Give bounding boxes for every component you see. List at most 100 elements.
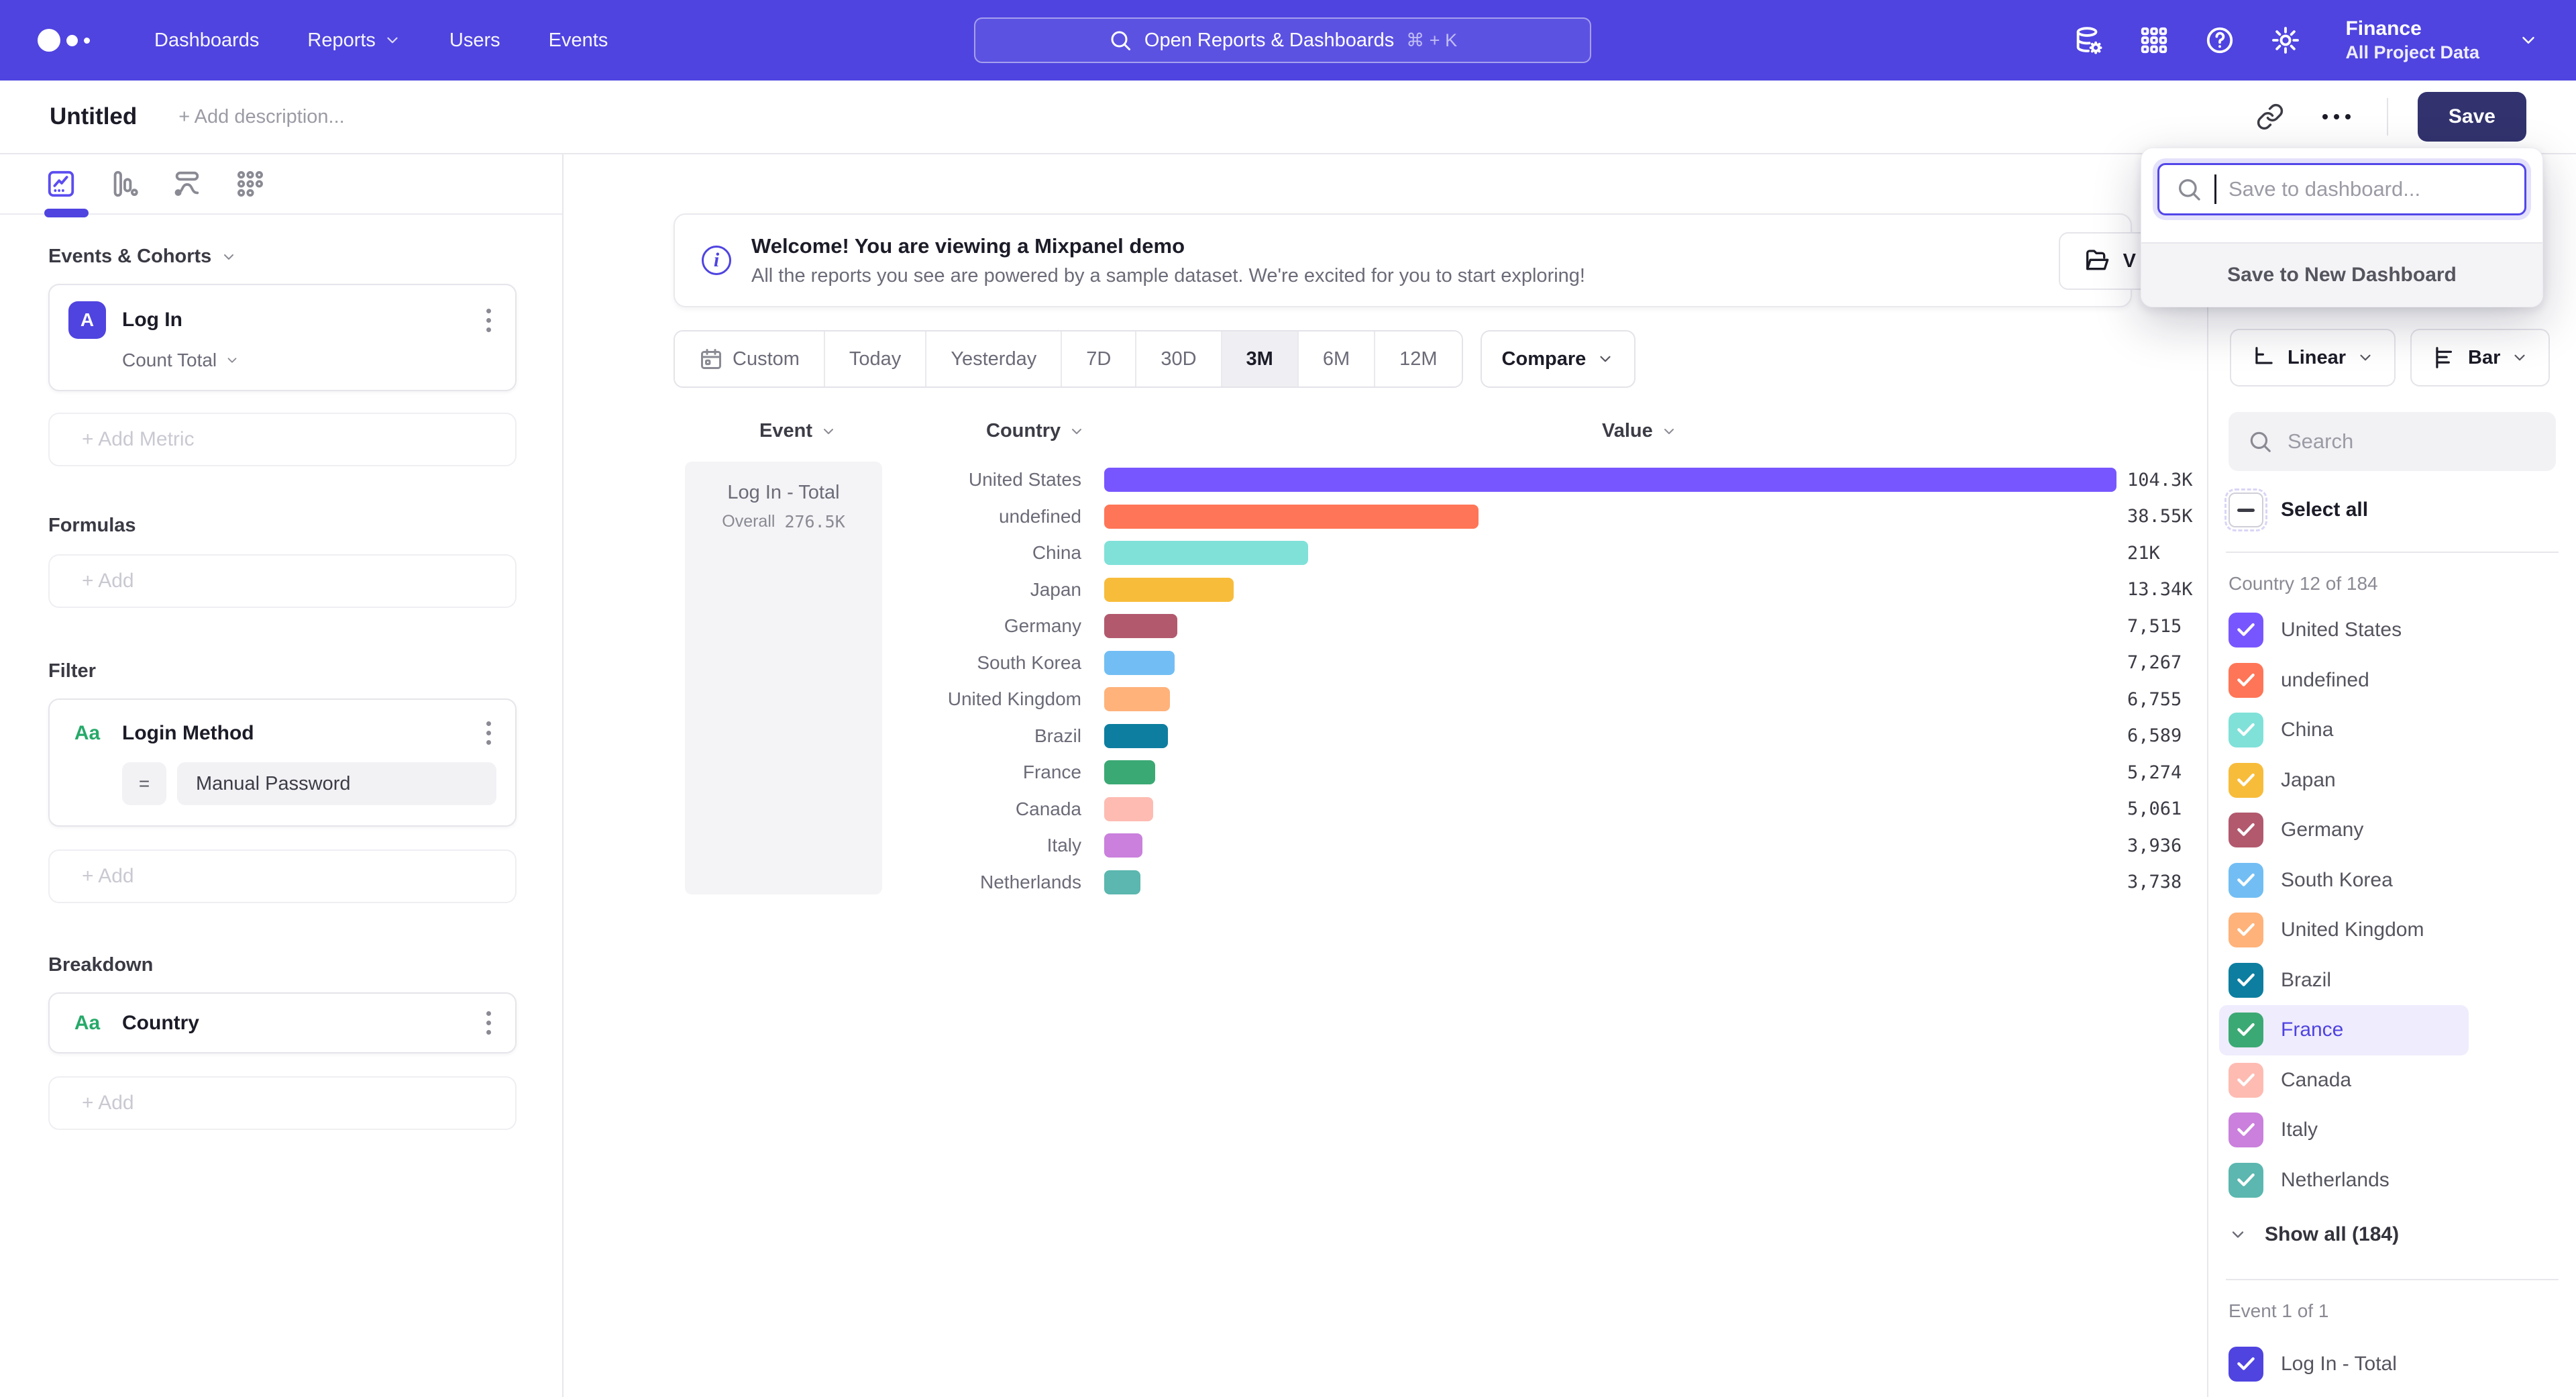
chart-type-selector[interactable]: Bar xyxy=(2410,329,2550,386)
column-event[interactable]: Event xyxy=(759,420,837,442)
aggregation-selector[interactable]: Count Total xyxy=(122,350,496,371)
divider xyxy=(2387,98,2388,136)
country-filter-row[interactable]: Canada xyxy=(2229,1055,2470,1106)
tab-flows[interactable] xyxy=(170,167,204,201)
bar[interactable] xyxy=(1104,541,1308,565)
filter-value[interactable]: Manual Password xyxy=(177,762,496,805)
add-metric-button[interactable]: + Add Metric xyxy=(48,413,517,466)
segment-search-input[interactable]: Search xyxy=(2229,412,2556,471)
country-checkbox[interactable] xyxy=(2229,863,2263,898)
country-filter-row[interactable]: United Kingdom xyxy=(2229,905,2470,955)
country-filter-row[interactable]: Brazil xyxy=(2229,955,2470,1006)
more-options-button[interactable] xyxy=(2316,107,2357,126)
chart-bar-row: Netherlands 3,738 xyxy=(882,864,2285,901)
date-range-button[interactable]: Custom xyxy=(675,331,825,386)
global-search[interactable]: Open Reports & Dashboards ⌘ + K xyxy=(974,17,1591,63)
tab-retention[interactable] xyxy=(233,167,267,201)
bar[interactable] xyxy=(1104,614,1177,638)
event-summary-panel[interactable]: Log In - Total Overall 276.5K xyxy=(685,462,882,894)
country-checkbox[interactable] xyxy=(2229,1063,2263,1098)
country-checkbox[interactable] xyxy=(2229,1163,2263,1198)
country-filter-row[interactable]: undefined xyxy=(2229,656,2470,706)
bar[interactable] xyxy=(1104,578,1234,602)
event-kebab-menu[interactable] xyxy=(481,303,496,338)
settings-gear-icon[interactable] xyxy=(2270,25,2301,56)
date-range-button[interactable]: 12M xyxy=(1375,331,1461,386)
country-filter-row[interactable]: Japan xyxy=(2229,756,2470,806)
country-checkbox[interactable] xyxy=(2229,763,2263,798)
nav-dashboards[interactable]: Dashboards xyxy=(154,30,259,52)
chart-bar-row: Germany 7,515 xyxy=(882,608,2285,645)
date-range-button[interactable]: 6M xyxy=(1299,331,1375,386)
help-icon[interactable] xyxy=(2204,25,2235,56)
filter-property[interactable]: Login Method xyxy=(122,722,254,745)
country-filter-row[interactable]: Germany xyxy=(2229,805,2470,856)
country-filter-row[interactable]: South Korea xyxy=(2229,856,2470,906)
save-button[interactable]: Save xyxy=(2418,92,2526,142)
events-cohorts-header[interactable]: Events & Cohorts xyxy=(48,246,517,268)
country-checkbox[interactable] xyxy=(2229,713,2263,747)
breakdown-card[interactable]: Aa Country xyxy=(48,992,517,1053)
project-switcher[interactable]: Finance All Project Data xyxy=(2345,16,2479,64)
bar[interactable] xyxy=(1104,505,1479,529)
add-description[interactable]: + Add description... xyxy=(178,106,344,128)
filter-card[interactable]: Aa Login Method = Manual Password xyxy=(48,698,517,827)
chevron-down-icon[interactable] xyxy=(2518,30,2538,50)
nav-reports[interactable]: Reports xyxy=(307,30,401,52)
date-range-button[interactable]: 3M xyxy=(1222,331,1299,386)
apps-grid-icon[interactable] xyxy=(2139,25,2169,56)
select-all-row[interactable]: Select all xyxy=(2229,493,2556,527)
add-formula-button[interactable]: + Add xyxy=(48,554,517,608)
country-checkbox[interactable] xyxy=(2229,963,2263,998)
save-dashboard-search-input[interactable]: Save to dashboard... xyxy=(2157,163,2526,215)
compare-button[interactable]: Compare xyxy=(1481,330,1636,388)
bar[interactable] xyxy=(1104,651,1175,675)
add-breakdown-button[interactable]: + Add xyxy=(48,1076,517,1130)
report-title[interactable]: Untitled xyxy=(50,103,137,130)
country-filter-row[interactable]: China xyxy=(2229,705,2470,756)
country-checkbox[interactable] xyxy=(2229,813,2263,847)
country-filter-row[interactable]: Italy xyxy=(2229,1105,2470,1155)
event-card[interactable]: A Log In Count Total xyxy=(48,284,517,391)
breakdown-property[interactable]: Country xyxy=(122,1012,199,1035)
save-to-new-dashboard-button[interactable]: Save to New Dashboard xyxy=(2141,242,2542,307)
event-name[interactable]: Log In xyxy=(122,309,182,331)
filter-kebab-menu[interactable] xyxy=(481,716,496,750)
bar[interactable] xyxy=(1104,468,2116,492)
bar[interactable] xyxy=(1104,760,1155,784)
nav-events[interactable]: Events xyxy=(549,30,608,52)
country-filter-row[interactable]: United States xyxy=(2229,605,2470,656)
select-all-checkbox[interactable] xyxy=(2229,493,2263,527)
filter-operator[interactable]: = xyxy=(122,762,166,805)
bar[interactable] xyxy=(1104,687,1170,711)
country-filter-row[interactable]: France xyxy=(2219,1005,2469,1055)
country-checkbox[interactable] xyxy=(2229,913,2263,947)
breakdown-kebab-menu[interactable] xyxy=(481,1006,496,1040)
bar[interactable] xyxy=(1104,797,1153,821)
tab-funnels[interactable] xyxy=(107,167,141,201)
bar[interactable] xyxy=(1104,870,1140,894)
show-all-toggle[interactable]: Show all (184) xyxy=(2229,1214,2556,1255)
tab-insights[interactable] xyxy=(44,167,78,201)
country-checkbox[interactable] xyxy=(2229,1113,2263,1147)
date-range-button[interactable]: Yesterday xyxy=(926,331,1062,386)
event-filter-row[interactable]: Log In - Total xyxy=(2229,1339,2556,1389)
mixpanel-logo[interactable] xyxy=(38,29,90,52)
date-range-button[interactable]: Today xyxy=(825,331,926,386)
column-value[interactable]: Value xyxy=(1602,420,1677,442)
column-country[interactable]: Country xyxy=(986,420,1085,442)
nav-users[interactable]: Users xyxy=(449,30,500,52)
event-checkbox[interactable] xyxy=(2229,1347,2263,1382)
add-filter-button[interactable]: + Add xyxy=(48,849,517,903)
date-range-button[interactable]: 7D xyxy=(1062,331,1136,386)
data-management-icon[interactable] xyxy=(2073,25,2104,56)
bar[interactable] xyxy=(1104,833,1142,858)
country-checkbox[interactable] xyxy=(2229,663,2263,698)
bar[interactable] xyxy=(1104,724,1168,748)
scale-selector[interactable]: Linear xyxy=(2230,329,2396,386)
country-checkbox[interactable] xyxy=(2229,1013,2263,1047)
country-filter-row[interactable]: Netherlands xyxy=(2229,1155,2470,1206)
date-range-button[interactable]: 30D xyxy=(1136,331,1222,386)
country-checkbox[interactable] xyxy=(2229,613,2263,648)
copy-link-button[interactable] xyxy=(2254,101,2286,133)
